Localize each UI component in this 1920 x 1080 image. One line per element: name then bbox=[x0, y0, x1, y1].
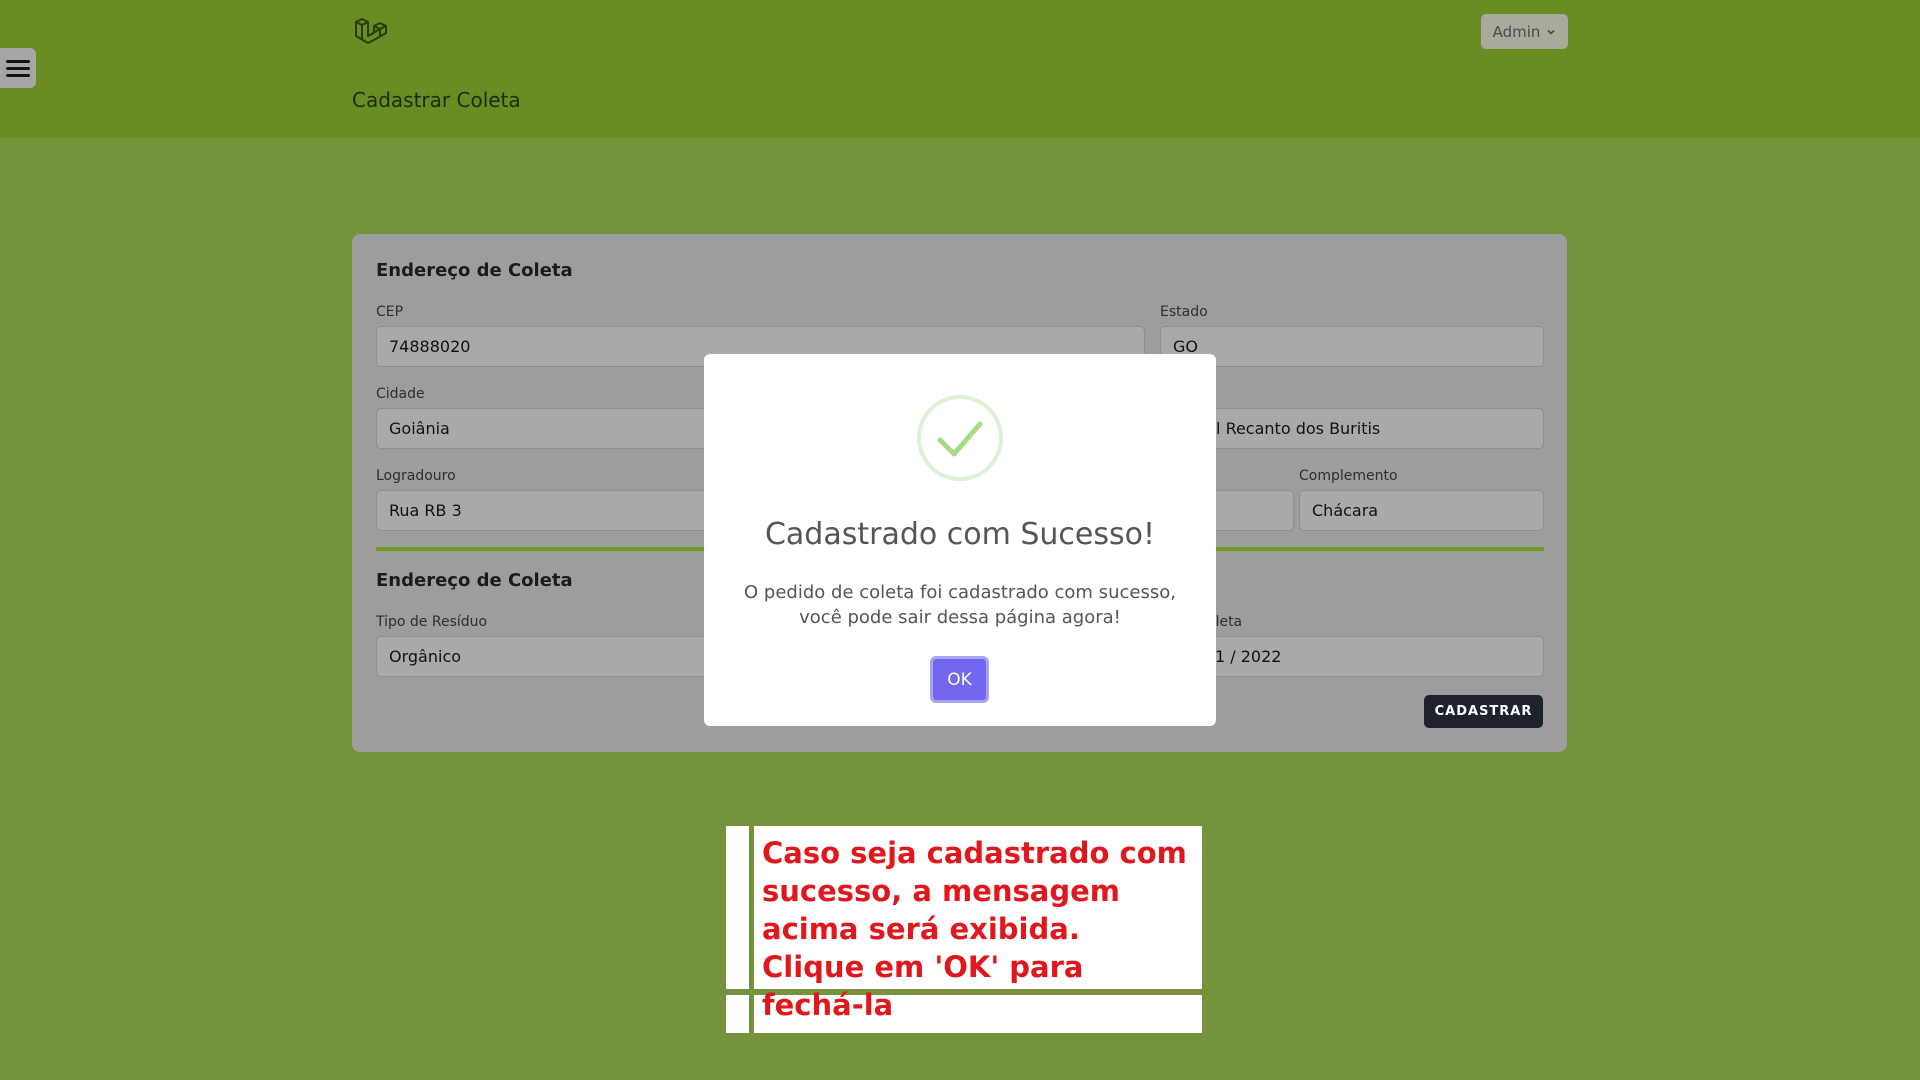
cadastrar-button[interactable]: CADASTRAR bbox=[1424, 695, 1543, 728]
estado-label: Estado bbox=[1160, 304, 1208, 320]
cidade-label: Cidade bbox=[376, 386, 425, 402]
annotation-strip bbox=[726, 995, 749, 1033]
user-menu-button[interactable]: Admin bbox=[1481, 14, 1568, 49]
annotation-text: Caso seja cadastrado com sucesso, a mens… bbox=[762, 836, 1187, 1022]
top-navigation-bar: Admin Cadastrar Coleta bbox=[0, 0, 1920, 138]
bairro-input[interactable]: encial Recanto dos Buritis bbox=[1160, 408, 1544, 449]
success-check-icon bbox=[916, 394, 1004, 482]
data-coleta-input[interactable]: 1 / 2022 bbox=[1160, 636, 1544, 677]
tutorial-annotation: Caso seja cadastrado com sucesso, a mens… bbox=[726, 826, 1202, 1033]
hamburger-menu-icon[interactable] bbox=[0, 48, 36, 88]
modal-message: O pedido de coleta foi cadastrado com su… bbox=[744, 582, 1176, 628]
tipo-residuo-label: Tipo de Resíduo bbox=[376, 614, 488, 630]
section-title-waste: Endereço de Coleta bbox=[376, 570, 573, 591]
complemento-label: Complemento bbox=[1299, 468, 1398, 484]
modal-title: Cadastrado com Sucesso! bbox=[764, 517, 1156, 552]
cep-label: CEP bbox=[376, 304, 404, 320]
user-menu-label: Admin bbox=[1492, 22, 1541, 41]
page-title: Cadastrar Coleta bbox=[352, 88, 521, 112]
logradouro-label: Logradouro bbox=[376, 468, 456, 484]
success-modal: Cadastrado com Sucesso! O pedido de cole… bbox=[704, 354, 1216, 726]
ok-button[interactable]: OK bbox=[930, 656, 989, 703]
estado-input[interactable]: GO bbox=[1160, 326, 1544, 367]
chevron-down-icon bbox=[1546, 23, 1556, 41]
annotation-strip bbox=[726, 826, 749, 989]
laravel-logo-icon[interactable] bbox=[352, 14, 388, 50]
complemento-input[interactable]: Chácara bbox=[1299, 490, 1544, 531]
section-title-address: Endereço de Coleta bbox=[376, 260, 573, 281]
